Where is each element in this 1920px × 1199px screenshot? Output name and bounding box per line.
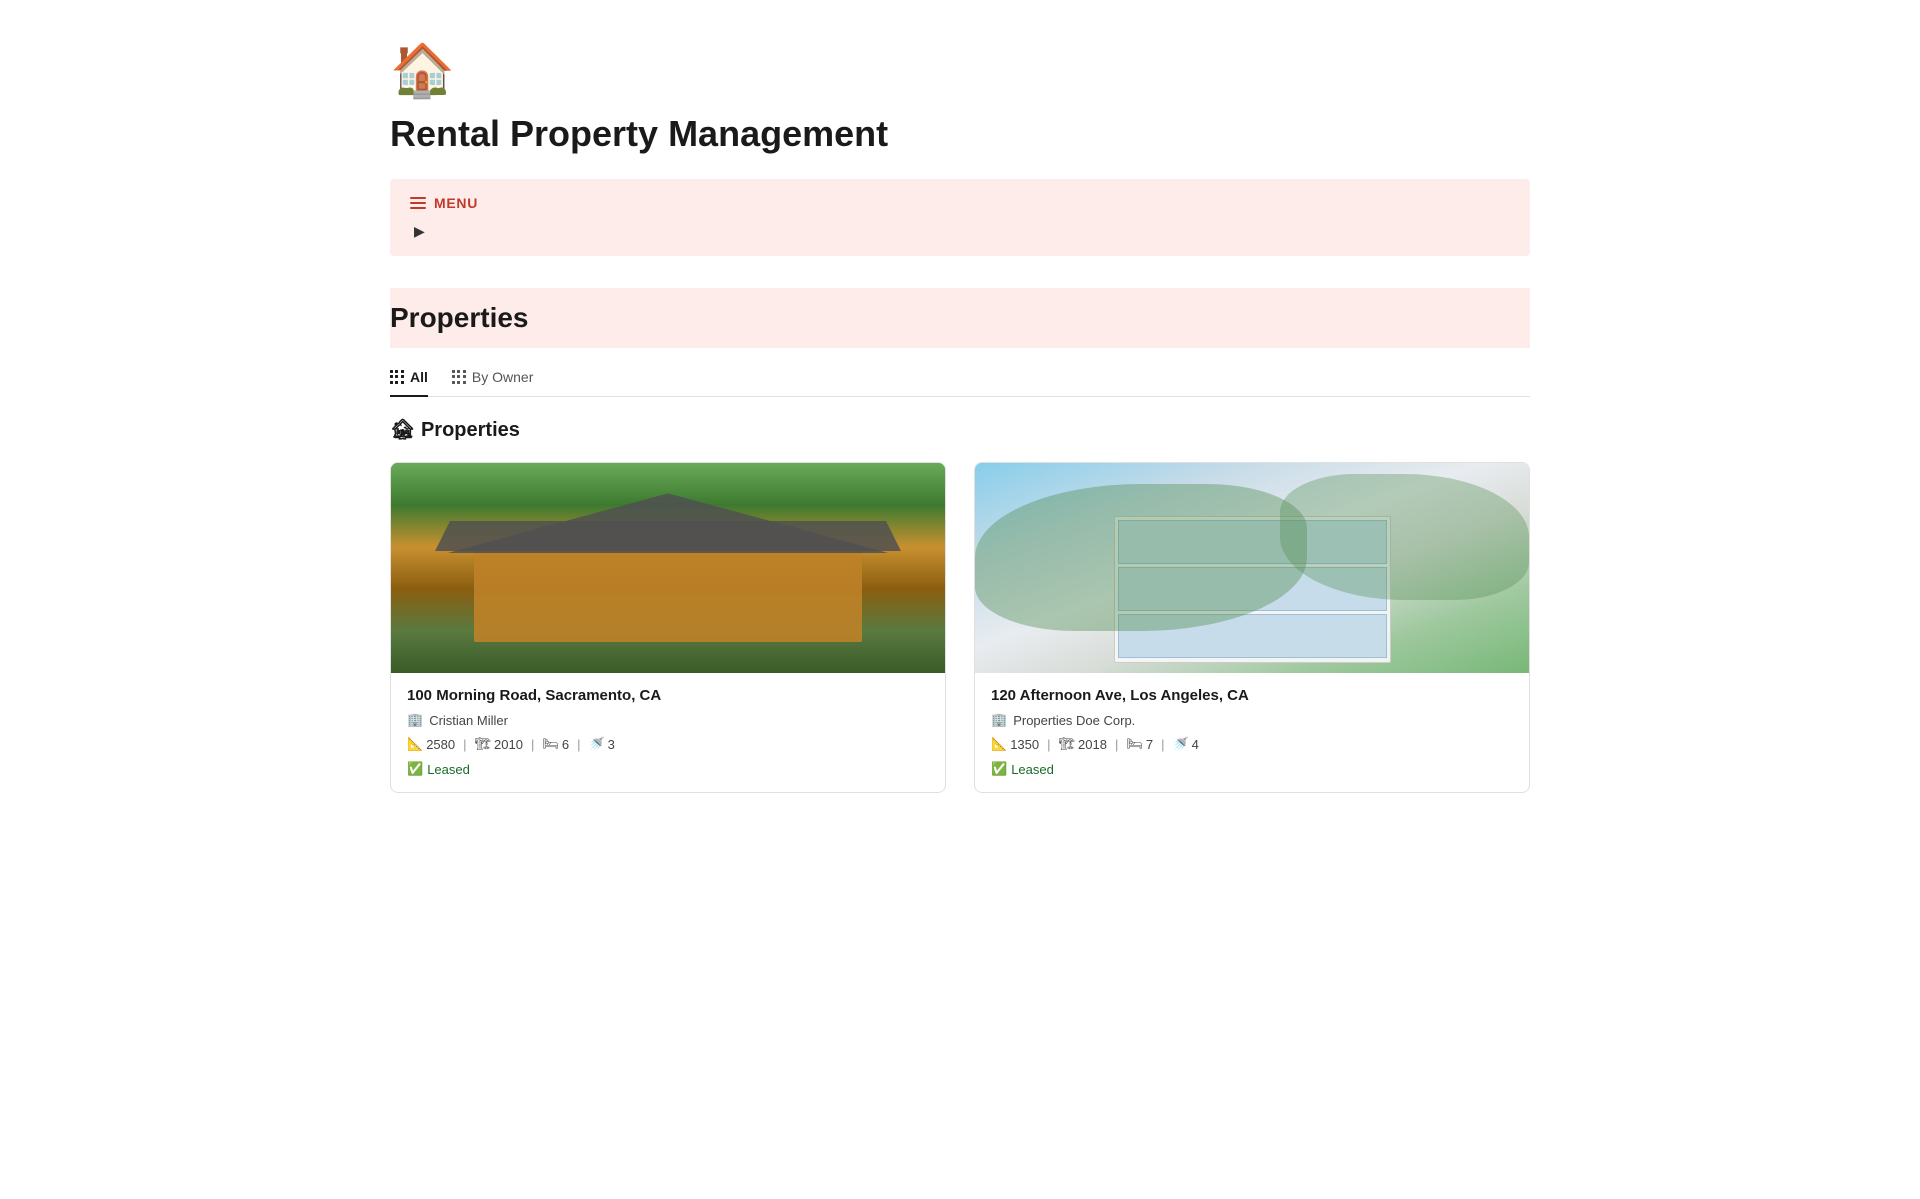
status-label-1: Leased <box>427 762 470 777</box>
status-emoji-2: ✅ <box>991 761 1007 777</box>
status-label-2: Leased <box>1011 762 1054 777</box>
bed-icon-1: 🛏 <box>542 736 559 752</box>
property-1-status: ✅ Leased <box>407 761 470 777</box>
prop-2-beds: 🛏 7 <box>1126 736 1153 752</box>
menu-label-text: MENU <box>434 195 478 211</box>
year-icon-1: 🏗 <box>475 736 492 752</box>
prop-2-baths: 🚿 4 <box>1172 736 1198 752</box>
hamburger-icon <box>410 197 426 209</box>
prop-1-sqft: 📐 2580 <box>407 736 455 752</box>
app-icon: 🏠 <box>390 40 1530 101</box>
owner-icon-2: 🏢 <box>991 712 1007 728</box>
grid-icon-owner <box>452 370 466 384</box>
sqft-icon-1: 📐 <box>407 736 423 752</box>
bath-icon-1: 🚿 <box>588 736 604 752</box>
owner-name-2: Properties Doe Corp. <box>1013 713 1135 728</box>
properties-group-title: 🏚 Properties <box>390 417 1530 442</box>
prop-1-beds: 🛏 6 <box>542 736 569 752</box>
tabs-bar: All By Owner <box>390 368 1530 397</box>
property-2-address: 120 Afternoon Ave, Los Angeles, CA <box>991 687 1513 704</box>
property-1-address: 100 Morning Road, Sacramento, CA <box>407 687 929 704</box>
property-1-stats: 📐 2580 | 🏗 2010 | 🛏 6 | 🚿 <box>407 736 929 752</box>
bath-icon-2: 🚿 <box>1172 736 1188 752</box>
property-card-2[interactable]: 120 Afternoon Ave, Los Angeles, CA 🏢 Pro… <box>974 462 1530 793</box>
property-1-info: 100 Morning Road, Sacramento, CA 🏢 Crist… <box>391 673 945 792</box>
tab-all-label: All <box>410 369 428 385</box>
tab-by-owner-label: By Owner <box>472 369 533 385</box>
bed-icon-2: 🛏 <box>1126 736 1143 752</box>
app-title: Rental Property Management <box>390 113 1530 155</box>
owner-name-1: Cristian Miller <box>429 713 508 728</box>
property-2-owner: 🏢 Properties Doe Corp. <box>991 712 1513 728</box>
tab-all[interactable]: All <box>390 369 428 397</box>
tab-by-owner[interactable]: By Owner <box>452 369 533 397</box>
menu-arrow[interactable]: ▶ <box>410 223 1510 240</box>
properties-section-title: Properties <box>390 302 1530 334</box>
grid-icon-all <box>390 370 404 384</box>
prop-2-sqft: 📐 1350 <box>991 736 1039 752</box>
menu-button[interactable]: MENU <box>410 195 1510 211</box>
property-1-owner: 🏢 Cristian Miller <box>407 712 929 728</box>
status-emoji-1: ✅ <box>407 761 423 777</box>
prop-1-baths: 🚿 3 <box>588 736 614 752</box>
property-grid: 100 Morning Road, Sacramento, CA 🏢 Crist… <box>390 462 1530 793</box>
property-card-1[interactable]: 100 Morning Road, Sacramento, CA 🏢 Crist… <box>390 462 946 793</box>
property-2-stats: 📐 1350 | 🏗 2018 | 🛏 7 | 🚿 <box>991 736 1513 752</box>
prop-1-year: 🏗 2010 <box>475 736 523 752</box>
owner-icon-1: 🏢 <box>407 712 423 728</box>
prop-2-year: 🏗 2018 <box>1059 736 1107 752</box>
properties-section-header: Properties <box>390 288 1530 348</box>
menu-bar: MENU ▶ <box>390 179 1530 256</box>
property-2-status: ✅ Leased <box>991 761 1054 777</box>
year-icon-2: 🏗 <box>1059 736 1076 752</box>
sqft-icon-2: 📐 <box>991 736 1007 752</box>
property-2-info: 120 Afternoon Ave, Los Angeles, CA 🏢 Pro… <box>975 673 1529 792</box>
